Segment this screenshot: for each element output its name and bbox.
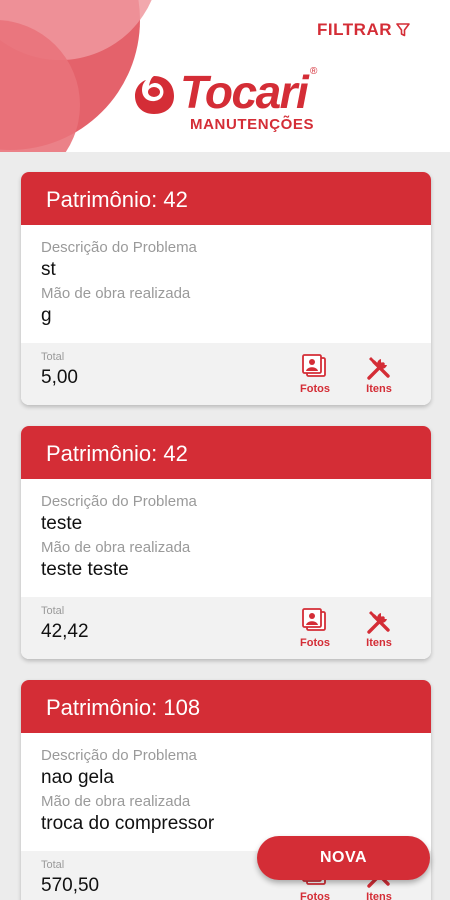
photos-icon bbox=[302, 608, 326, 631]
app-header: FILTRAR Tocari ® MANUTENÇÕES bbox=[0, 0, 450, 152]
problem-value: teste bbox=[41, 513, 83, 534]
items-label: Itens bbox=[366, 891, 392, 900]
labor-value: teste teste bbox=[41, 559, 129, 580]
problem-value: nao gela bbox=[41, 767, 114, 788]
tools-icon bbox=[367, 611, 390, 634]
maintenance-card[interactable]: Patrimônio: 42 Descrição do Problema st … bbox=[21, 172, 431, 405]
maintenance-card[interactable]: Patrimônio: 42 Descrição do Problema tes… bbox=[21, 426, 431, 659]
brand-name: Tocari bbox=[180, 66, 309, 118]
tocari-logo-icon bbox=[135, 76, 174, 114]
photos-label: Fotos bbox=[300, 891, 330, 900]
photos-button[interactable]: Fotos bbox=[295, 353, 335, 395]
new-maintenance-button[interactable]: NOVA bbox=[257, 836, 430, 880]
registered-mark: ® bbox=[310, 66, 318, 77]
photos-button[interactable]: Fotos bbox=[295, 607, 335, 649]
filter-label: FILTRAR bbox=[317, 20, 392, 39]
items-label: Itens bbox=[366, 383, 392, 395]
problem-label: Descrição do Problema bbox=[41, 493, 197, 510]
photos-label: Fotos bbox=[300, 637, 330, 649]
labor-label: Mão de obra realizada bbox=[41, 285, 191, 302]
labor-label: Mão de obra realizada bbox=[41, 793, 191, 810]
items-button[interactable]: Itens bbox=[359, 353, 399, 395]
card-title: Patrimônio: 42 bbox=[21, 172, 431, 225]
tools-icon bbox=[367, 357, 390, 380]
items-button[interactable]: Itens bbox=[359, 607, 399, 649]
problem-value: st bbox=[41, 259, 56, 280]
card-footer: Total 5,00 Fotos Itens bbox=[21, 343, 431, 405]
card-footer: Total 42,42 Fotos Itens bbox=[21, 597, 431, 659]
items-label: Itens bbox=[366, 637, 392, 649]
card-title: Patrimônio: 42 bbox=[21, 426, 431, 479]
problem-label: Descrição do Problema bbox=[41, 747, 197, 764]
photos-label: Fotos bbox=[300, 383, 330, 395]
maintenance-list: Patrimônio: 42 Descrição do Problema st … bbox=[0, 152, 450, 900]
labor-value: troca do compressor bbox=[41, 813, 215, 834]
tocari-logo: Tocari ® MANUTENÇÕES bbox=[132, 66, 332, 136]
page-title: MANUTENÇÕES bbox=[190, 116, 315, 133]
card-title: Patrimônio: 108 bbox=[21, 680, 431, 733]
problem-label: Descrição do Problema bbox=[41, 239, 197, 256]
photos-icon bbox=[302, 354, 326, 377]
filter-button[interactable]: FILTRAR bbox=[317, 20, 410, 40]
labor-label: Mão de obra realizada bbox=[41, 539, 191, 556]
filter-icon bbox=[396, 23, 410, 37]
labor-value: g bbox=[41, 305, 52, 326]
